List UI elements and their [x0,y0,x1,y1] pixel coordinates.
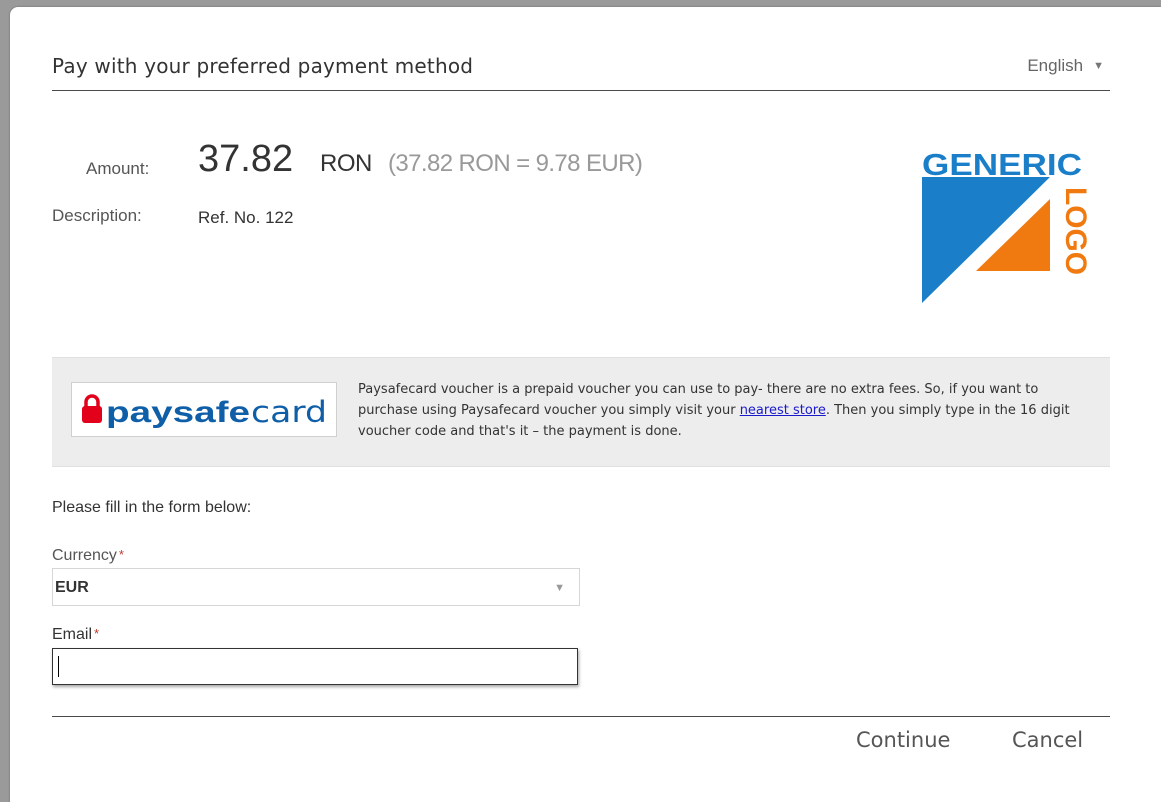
currency-label-text: Currency [52,547,117,564]
dialog-title: Pay with your preferred payment method [52,54,474,78]
email-label: Email * [52,626,99,644]
currency-label: Currency * [52,547,124,565]
text-cursor [58,656,59,677]
amount-conversion: (37.82 RON = 9.78 EUR) [388,150,643,177]
chevron-down-icon: ▼ [554,582,565,594]
chevron-down-icon: ▼ [1093,60,1104,72]
amount-value: 37.82 [198,138,294,180]
footer-divider [52,716,1110,717]
language-selector[interactable]: English ▼ [1027,56,1104,76]
svg-text:paysafe: paysafe [106,396,250,429]
payment-method-panel: paysafe card Paysafecard voucher is a pr… [52,357,1110,467]
payment-method-description: Paysafecard voucher is a prepaid voucher… [358,379,1100,442]
svg-text:GENERIC: GENERIC [922,147,1082,182]
required-marker: * [118,547,124,562]
merchant-logo: GENERIC LOGO [918,143,1096,303]
description-value: Ref. No. 122 [198,208,294,227]
language-label: English [1027,56,1084,75]
form-intro: Please fill in the form below: [52,499,252,516]
cancel-button[interactable]: Cancel [1012,728,1083,752]
nearest-store-link[interactable]: nearest store [740,403,826,418]
email-field[interactable] [52,648,578,685]
description-label: Description: [52,206,142,225]
svg-text:LOGO: LOGO [1059,187,1092,275]
svg-text:card: card [251,395,327,429]
required-marker: * [94,626,100,641]
currency-select[interactable]: EUR ▼ [52,568,580,606]
paysafecard-logo: paysafe card [71,382,337,437]
dialog-header: Pay with your preferred payment method E… [52,50,1110,91]
currency-value: EUR [55,579,89,596]
email-label-text: Email [52,626,93,643]
continue-button[interactable]: Continue [856,728,950,752]
amount-label: Amount: [86,159,150,178]
amount-currency: RON [320,150,372,177]
